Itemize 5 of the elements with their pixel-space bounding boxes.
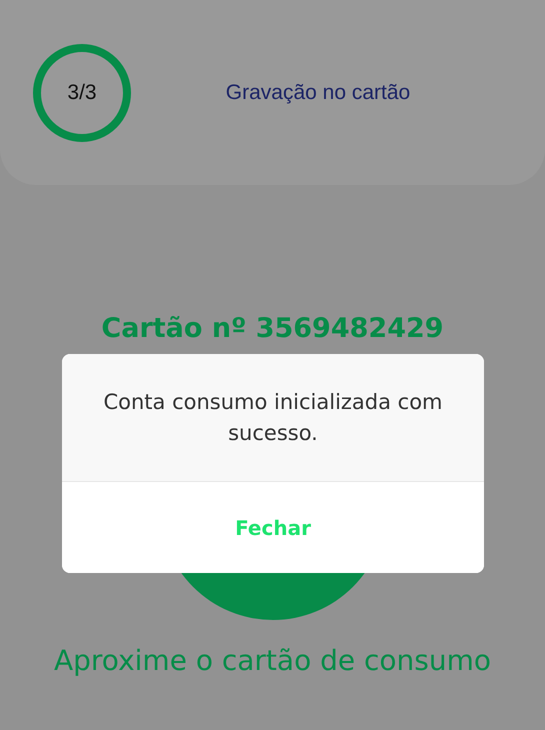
step-counter: 3/3 [67,80,97,104]
card-number: Cartão nº 3569482429 [100,313,445,344]
dialog-message: Conta consumo inicializada com sucesso. [102,388,444,446]
header-title: Gravação no cartão [224,80,412,104]
instruction-text: Aproxime o cartão de consumo [52,644,492,677]
